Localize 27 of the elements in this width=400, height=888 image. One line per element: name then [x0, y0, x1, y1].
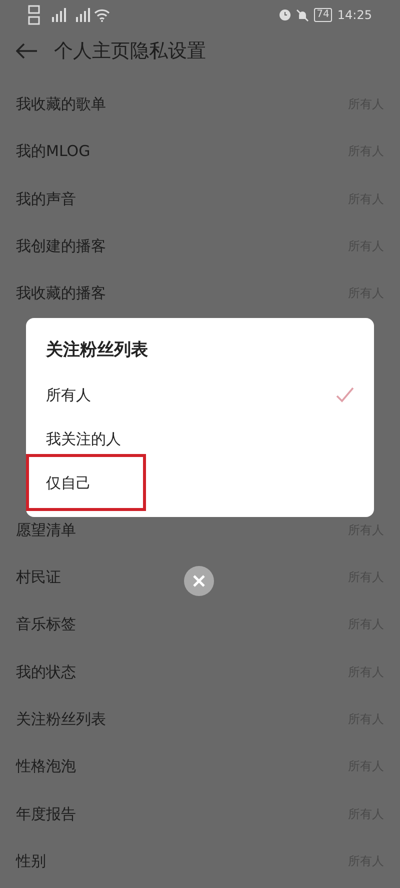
setting-label[interactable]: 关注粉丝列表	[16, 710, 106, 729]
setting-label[interactable]: 我的声音	[16, 190, 76, 209]
setting-label[interactable]: 我创建的播客	[16, 237, 106, 256]
status-time: 14:25	[337, 8, 372, 22]
checkmark-icon	[336, 387, 354, 403]
option-item[interactable]: 仅自己	[26, 461, 374, 505]
mute-bell-icon	[296, 8, 309, 22]
setting-label[interactable]: 村民证	[16, 568, 61, 588]
close-button[interactable]	[184, 566, 214, 596]
wifi-icon	[94, 8, 110, 22]
setting-label[interactable]: 我收藏的歌单	[16, 95, 106, 114]
dialog-title: 关注粉丝列表	[44, 339, 149, 361]
option-item[interactable]: 所有人	[26, 373, 374, 417]
option-item[interactable]: 我关注的人	[26, 417, 374, 461]
setting-label[interactable]: 我收藏的播客	[16, 284, 106, 304]
sim-card-icon	[28, 4, 42, 26]
setting-label[interactable]: 年度报告	[16, 804, 76, 824]
page-title: 个人主页隐私设置	[54, 39, 206, 64]
alarm-icon	[278, 9, 291, 21]
back-arrow-icon[interactable]	[16, 43, 38, 59]
battery-level: 74	[314, 8, 332, 22]
setting-label[interactable]: 我的状态	[16, 662, 76, 682]
setting-label[interactable]: 性别	[16, 852, 46, 871]
setting-label[interactable]: 性格泡泡	[16, 757, 76, 776]
setting-label[interactable]: 我的MLOG	[16, 142, 90, 162]
setting-label[interactable]: 愿望清单	[16, 520, 76, 540]
setting-label[interactable]: 音乐标签	[16, 615, 76, 634]
